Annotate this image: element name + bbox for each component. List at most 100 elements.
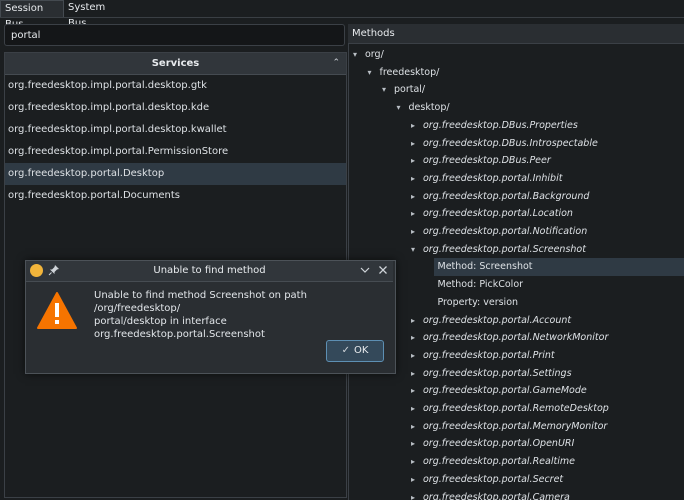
tree-node[interactable]: ▸ org.freedesktop.portal.Realtime	[411, 453, 684, 471]
tree-node-label: org.freedesktop.portal.Print	[423, 349, 555, 361]
tree-node[interactable]: ▸ org.freedesktop.portal.Background	[411, 188, 684, 206]
tree-node[interactable]: ▸ org.freedesktop.portal.Notification	[411, 223, 684, 241]
service-item[interactable]: org.freedesktop.impl.portal.PermissionSt…	[5, 141, 346, 163]
tab-system-bus[interactable]: System Bus	[64, 0, 130, 29]
chevron-right-icon[interactable]: ▸	[411, 453, 423, 471]
chevron-right-icon[interactable]: ▸	[411, 347, 423, 365]
tree-node-label: org.freedesktop.portal.Secret	[423, 473, 564, 485]
tree-node-label: org.freedesktop.portal.Account	[423, 314, 572, 326]
tree-node-label: desktop/	[408, 102, 450, 114]
tree-node-label: org.freedesktop.portal.Screenshot	[423, 243, 586, 255]
tree-node[interactable]: ▾ org.freedesktop.portal.Screenshot	[411, 241, 684, 259]
tree-node-label: org.freedesktop.DBus.Properties	[423, 119, 578, 131]
tree-node-label: org.freedesktop.portal.Inhibit	[423, 172, 563, 184]
chevron-right-icon[interactable]: ▸	[411, 170, 423, 188]
chevron-down-icon[interactable]: ▾	[353, 46, 365, 64]
tree-node-label: Property: version	[437, 296, 519, 308]
tree-node-label: Method: PickColor	[437, 279, 524, 291]
tree-node[interactable]: ▾ org/	[353, 46, 684, 64]
close-icon[interactable]	[377, 264, 389, 276]
tab-session-bus[interactable]: Session Bus	[0, 0, 64, 30]
service-search-field[interactable]	[4, 24, 345, 46]
tree-node-label: portal/	[394, 84, 426, 96]
tree-node-label: org.freedesktop.DBus.Introspectable	[423, 137, 598, 149]
chevron-right-icon[interactable]: ▸	[411, 400, 423, 418]
chevron-down-icon[interactable]: ▾	[368, 64, 380, 82]
chevron-right-icon[interactable]: ▸	[411, 152, 423, 170]
tree-node-label: org.freedesktop.portal.Background	[423, 190, 590, 202]
check-icon: ✓	[341, 345, 350, 356]
tree-node[interactable]: ▸ org.freedesktop.portal.NetworkMonitor	[411, 329, 684, 347]
dialog-titlebar[interactable]: Unable to find method	[26, 261, 393, 282]
dialog-title: Unable to find method	[153, 265, 266, 276]
service-item[interactable]: org.freedesktop.impl.portal.desktop.kde	[5, 97, 346, 119]
search-input[interactable]	[5, 25, 337, 45]
tree-node[interactable]: ▾ portal/	[382, 81, 684, 99]
tree-node[interactable]: ▸ org.freedesktop.portal.Account	[411, 312, 684, 330]
tree-node[interactable]: ▸ org.freedesktop.portal.OpenURI	[411, 435, 684, 453]
tree-node-label: org.freedesktop.portal.NetworkMonitor	[423, 332, 609, 344]
service-item[interactable]: org.freedesktop.impl.portal.desktop.kwal…	[5, 119, 346, 141]
tree-node-label: freedesktop/	[379, 66, 440, 78]
tree-node[interactable]: ▸ org.freedesktop.DBus.Introspectable	[411, 135, 684, 153]
tree-member-item[interactable]: Method: PickColor	[426, 276, 684, 294]
chevron-right-icon[interactable]: ▸	[411, 329, 423, 347]
tree-node[interactable]: ▸ org.freedesktop.portal.GameMode	[411, 382, 684, 400]
tree-node-label: org.freedesktop.portal.MemoryMonitor	[423, 420, 608, 432]
tree-node-label: Method: Screenshot	[437, 261, 533, 273]
chevron-right-icon[interactable]: ▸	[411, 223, 423, 241]
service-item[interactable]: org.freedesktop.portal.Desktop	[5, 163, 346, 185]
chevron-right-icon[interactable]: ▸	[411, 135, 423, 153]
chevron-right-icon[interactable]: ▸	[411, 312, 423, 330]
tree-node[interactable]: ▸ org.freedesktop.portal.Camera	[411, 489, 684, 500]
warning-icon	[36, 291, 78, 334]
chevron-right-icon[interactable]: ▸	[411, 489, 423, 500]
tree-node[interactable]: ▸ org.freedesktop.portal.RemoteDesktop	[411, 400, 684, 418]
tree-node-label: org.freedesktop.portal.GameMode	[423, 385, 587, 397]
tree-node-label: org.freedesktop.portal.Settings	[423, 367, 572, 379]
chevron-down-icon[interactable]: ▾	[382, 81, 394, 99]
methods-column-header: Methods	[348, 24, 684, 44]
tree-node[interactable]: ▸ org.freedesktop.DBus.Properties	[411, 117, 684, 135]
tree-node-label: org.freedesktop.portal.Location	[423, 208, 573, 220]
tree-node[interactable]: ▸ org.freedesktop.DBus.Peer	[411, 152, 684, 170]
tree-node[interactable]: ▾ desktop/	[397, 99, 684, 117]
tree-node[interactable]: ▸ org.freedesktop.portal.Inhibit	[411, 170, 684, 188]
tree-node[interactable]: ▸ org.freedesktop.portal.Location	[411, 205, 684, 223]
error-dialog: Unable to find method Unable to find met…	[25, 260, 396, 374]
tree-node-label: org.freedesktop.portal.RemoteDesktop	[423, 403, 609, 414]
services-header-label: Services	[151, 58, 200, 69]
tree-node[interactable]: ▸ org.freedesktop.portal.Settings	[411, 365, 684, 383]
tree-node-label: org/	[365, 49, 384, 60]
tree-node-label: org.freedesktop.portal.Camera	[423, 491, 570, 500]
chevron-right-icon[interactable]: ▸	[411, 205, 423, 223]
tree-node-label: org.freedesktop.portal.OpenURI	[423, 438, 575, 450]
chevron-up-icon[interactable]: ⌃	[332, 53, 340, 74]
chevron-down-icon[interactable]: ▾	[397, 99, 409, 117]
tree-node[interactable]: ▸ org.freedesktop.portal.Secret	[411, 471, 684, 489]
tree-node-label: org.freedesktop.portal.Notification	[423, 226, 588, 237]
tree-node-label: org.freedesktop.portal.Realtime	[423, 456, 575, 468]
dialog-message-line-1: Unable to find method Screenshot on path…	[94, 290, 307, 314]
tree-member-item[interactable]: Method: Screenshot	[433, 258, 684, 277]
chevron-down-icon[interactable]: ▾	[411, 241, 423, 259]
tree-node[interactable]: ▸ org.freedesktop.portal.MemoryMonitor	[411, 418, 684, 436]
chevron-right-icon[interactable]: ▸	[411, 382, 423, 400]
chevron-right-icon[interactable]: ▸	[411, 471, 423, 489]
chevron-right-icon[interactable]: ▸	[411, 365, 423, 383]
chevron-right-icon[interactable]: ▸	[411, 418, 423, 436]
chevron-right-icon[interactable]: ▸	[411, 117, 423, 135]
services-column-header[interactable]: Services ⌃	[5, 53, 346, 75]
tree-node[interactable]: ▸ org.freedesktop.portal.Print	[411, 347, 684, 365]
ok-button[interactable]: ✓ OK	[326, 340, 384, 362]
service-item[interactable]: org.freedesktop.impl.portal.desktop.gtk	[5, 75, 346, 97]
chevron-right-icon[interactable]: ▸	[411, 188, 423, 206]
minimize-icon[interactable]	[359, 264, 371, 276]
ok-button-label: OK	[353, 345, 369, 356]
chevron-right-icon[interactable]: ▸	[411, 435, 423, 453]
tab-bar: Session Bus System Bus	[0, 0, 684, 30]
methods-tree[interactable]: ▾ org/▾ freedesktop/▾ portal/▾ desktop/▸ org.…	[348, 44, 684, 500]
tree-member-item[interactable]: Property: version	[426, 294, 684, 312]
service-item[interactable]: org.freedesktop.portal.Documents	[5, 185, 346, 207]
tree-node[interactable]: ▾ freedesktop/	[368, 64, 684, 82]
